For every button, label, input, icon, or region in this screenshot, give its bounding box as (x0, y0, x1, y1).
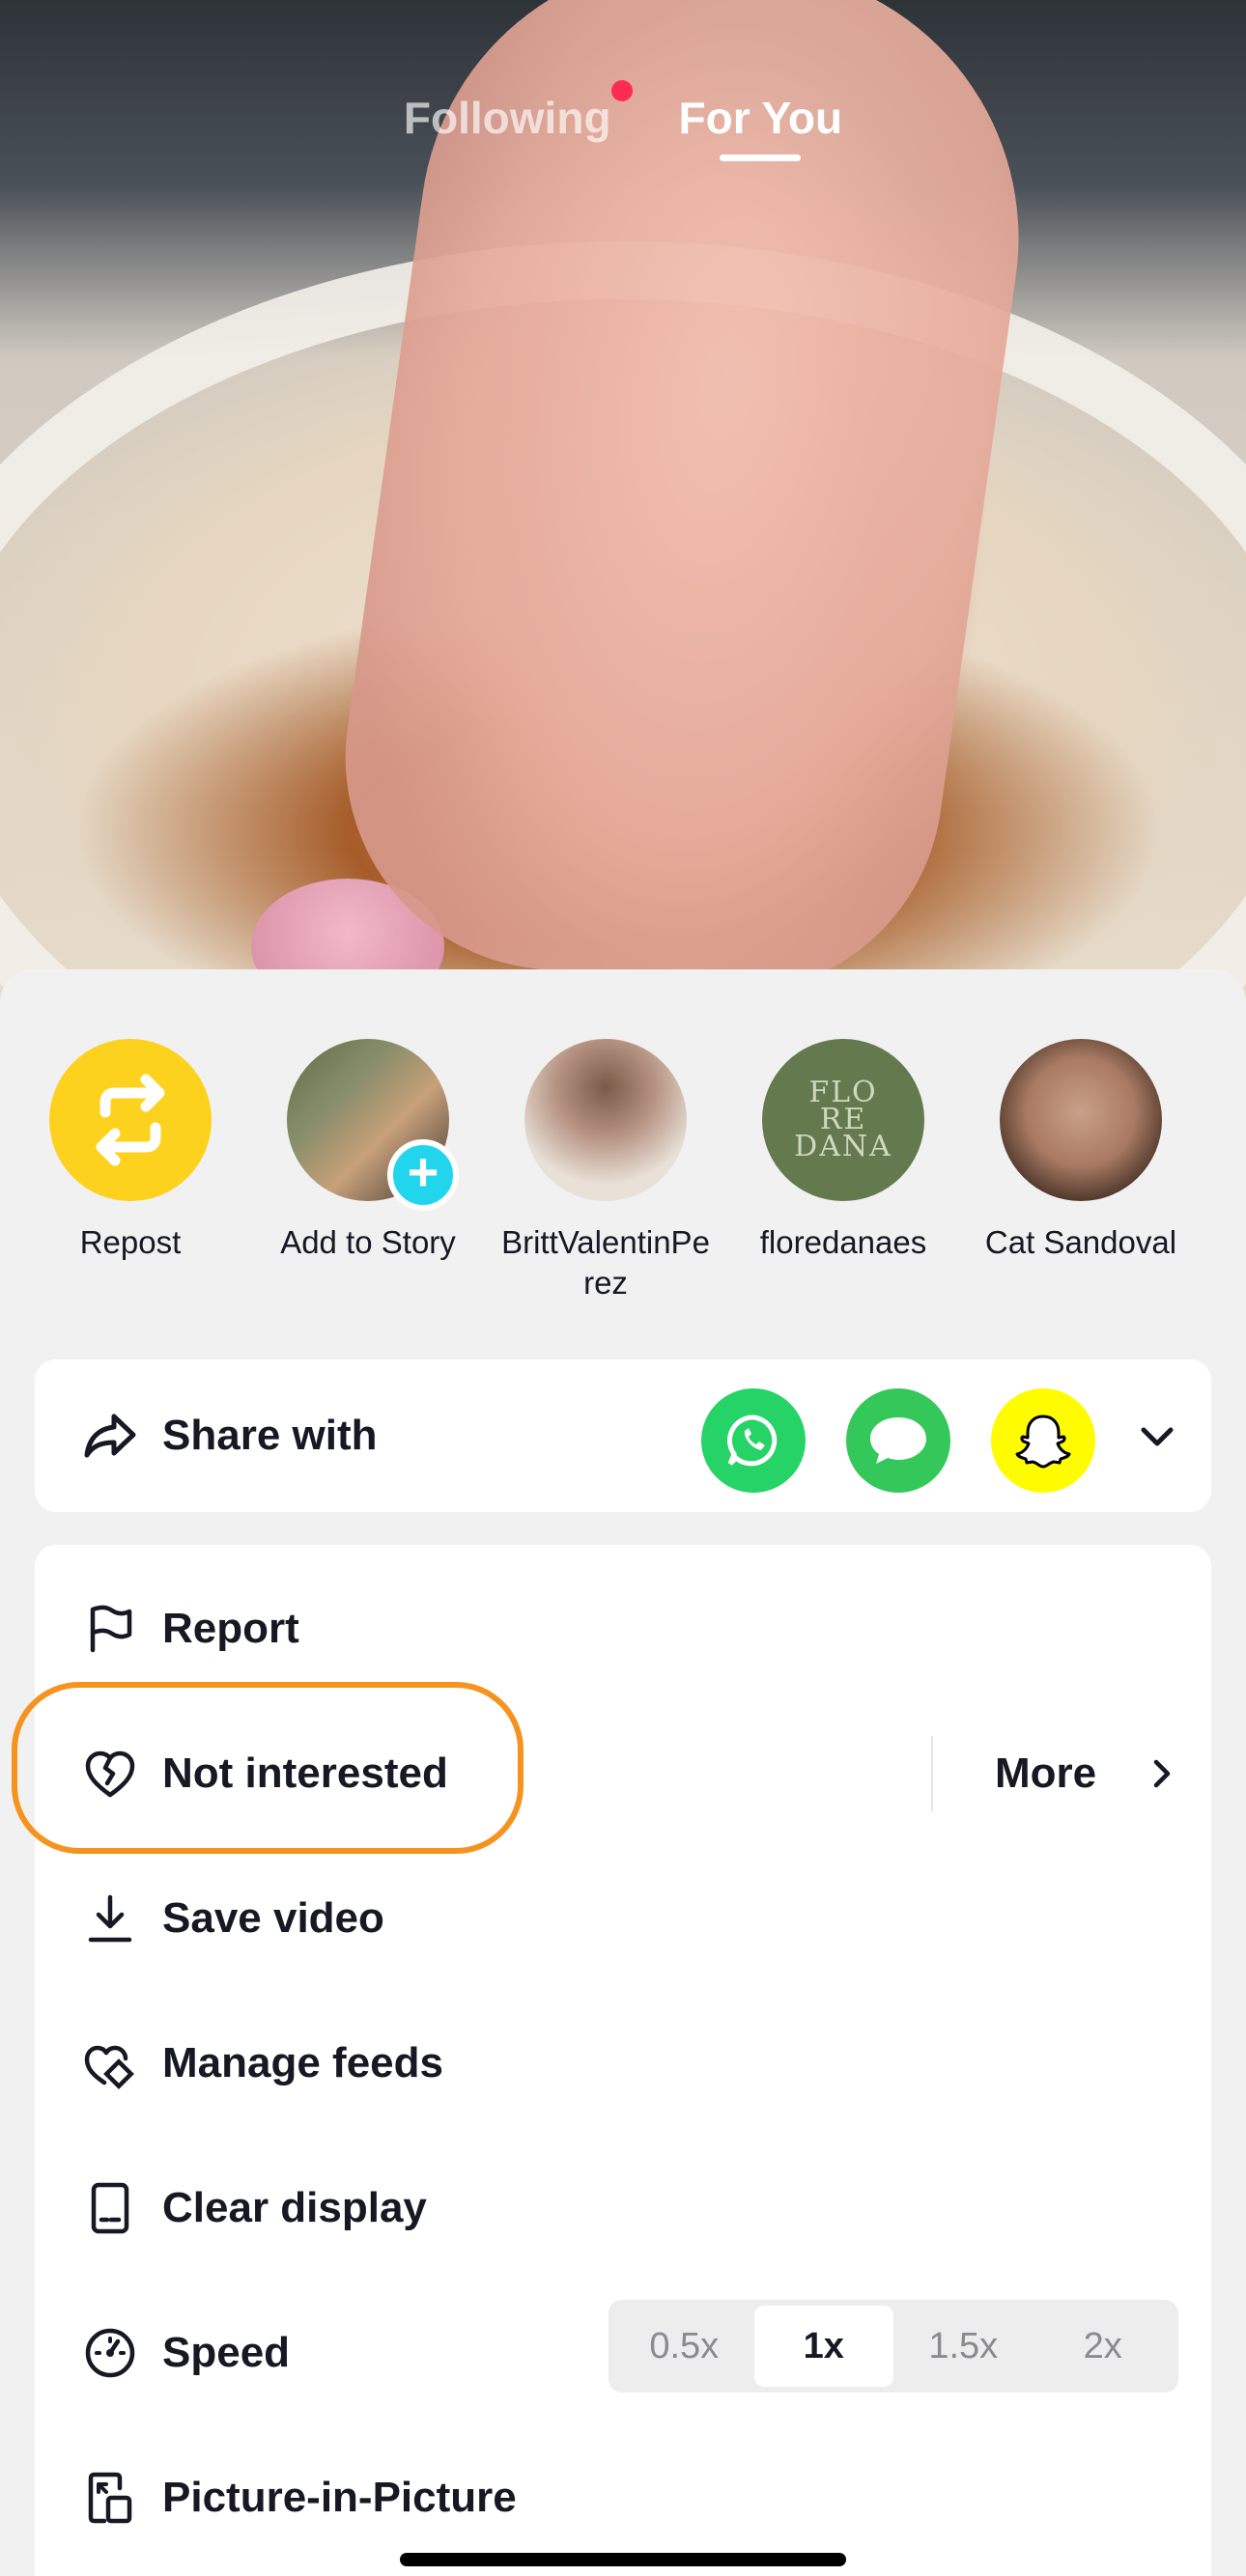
plus-icon: + (387, 1139, 459, 1211)
save-video-button[interactable]: Save video (35, 1846, 1211, 1991)
tab-following-label: Following (403, 93, 611, 143)
contact-cat-sandoval[interactable]: Cat Sandoval (960, 1039, 1202, 1263)
tab-following[interactable]: Following (403, 80, 633, 144)
avatar (524, 1039, 687, 1201)
repost-label: Repost (79, 1224, 182, 1260)
notification-dot (610, 80, 633, 101)
repost-button[interactable]: Repost (10, 1039, 251, 1263)
feed-tabs: Following For You (0, 80, 1246, 144)
picture-in-picture-button[interactable]: Picture-in-Picture (35, 2425, 1211, 2570)
save-video-label: Save video (162, 1894, 384, 1942)
add-to-story-label: Add to Story (280, 1224, 456, 1260)
more-button[interactable]: More (995, 1701, 1096, 1846)
message-icon[interactable] (846, 1388, 950, 1493)
clear-display-icon (91, 2182, 129, 2234)
options-menu: Report Not interested More Save video Ma… (35, 1545, 1211, 2576)
chevron-right-icon[interactable] (1146, 1757, 1178, 1790)
clear-display-label: Clear display (162, 2184, 427, 2231)
not-interested-button[interactable]: Not interested (35, 1701, 904, 1846)
share-with-card: Share with (35, 1359, 1211, 1512)
chevron-down-icon[interactable] (1138, 1417, 1176, 1456)
share-targets-row[interactable]: Repost + Add to Story BrittValentinPe re… (0, 1039, 1246, 1329)
speedometer-icon (85, 2328, 135, 2378)
snapchat-icon[interactable] (991, 1388, 1095, 1493)
speed-label: Speed (162, 2329, 291, 2376)
speed-option[interactable]: 1.5x (893, 2306, 1034, 2387)
avatar-logo-text: FLO RE DANA (794, 1076, 892, 1163)
speed-option[interactable]: 0.5x (614, 2306, 754, 2387)
manage-feeds-button[interactable]: Manage feeds (35, 1991, 1211, 2136)
avatar (1000, 1039, 1162, 1201)
share-sheet: Repost + Add to Story BrittValentinPe re… (0, 969, 1246, 2576)
download-icon (88, 1894, 132, 1943)
contact-britt[interactable]: BrittValentinPe rez (485, 1039, 726, 1303)
speed-selector: 0.5x 1x 1.5x 2x (609, 2300, 1178, 2393)
speed-row: Speed 0.5x 1x 1.5x 2x (35, 2281, 1211, 2425)
clear-display-button[interactable]: Clear display (35, 2136, 1211, 2281)
picture-in-picture-icon (88, 2472, 132, 2524)
avatar: FLO RE DANA (762, 1039, 924, 1201)
flag-icon (90, 1605, 132, 1653)
manage-feeds-icon (84, 2045, 134, 2089)
tab-for-you[interactable]: For You (679, 92, 843, 144)
add-to-story-button[interactable]: + Add to Story (247, 1039, 489, 1263)
repost-icon (49, 1039, 212, 1201)
divider (931, 1736, 933, 1811)
contact-label: Cat Sandoval (984, 1224, 1177, 1260)
report-label: Report (162, 1605, 299, 1652)
contact-label: BrittValentinPe rez (501, 1224, 710, 1301)
share-with-label: Share with (162, 1412, 378, 1459)
contact-label: floredanaes (759, 1224, 927, 1260)
share-arrow-icon (84, 1414, 136, 1458)
not-interested-row: Not interested More (35, 1701, 1211, 1846)
home-indicator (400, 2553, 846, 2566)
contact-floredanaes[interactable]: FLO RE DANA floredanaes (722, 1039, 964, 1263)
manage-feeds-label: Manage feeds (162, 2039, 443, 2086)
whatsapp-icon[interactable] (701, 1388, 806, 1493)
broken-heart-icon (85, 1750, 135, 1798)
speed-option[interactable]: 2x (1034, 2306, 1174, 2387)
video-player[interactable] (0, 0, 1246, 1023)
report-button[interactable]: Report (35, 1556, 1211, 1701)
speed-option-selected[interactable]: 1x (753, 2306, 893, 2387)
not-interested-label: Not interested (162, 1750, 448, 1797)
picture-in-picture-label: Picture-in-Picture (162, 2474, 517, 2521)
